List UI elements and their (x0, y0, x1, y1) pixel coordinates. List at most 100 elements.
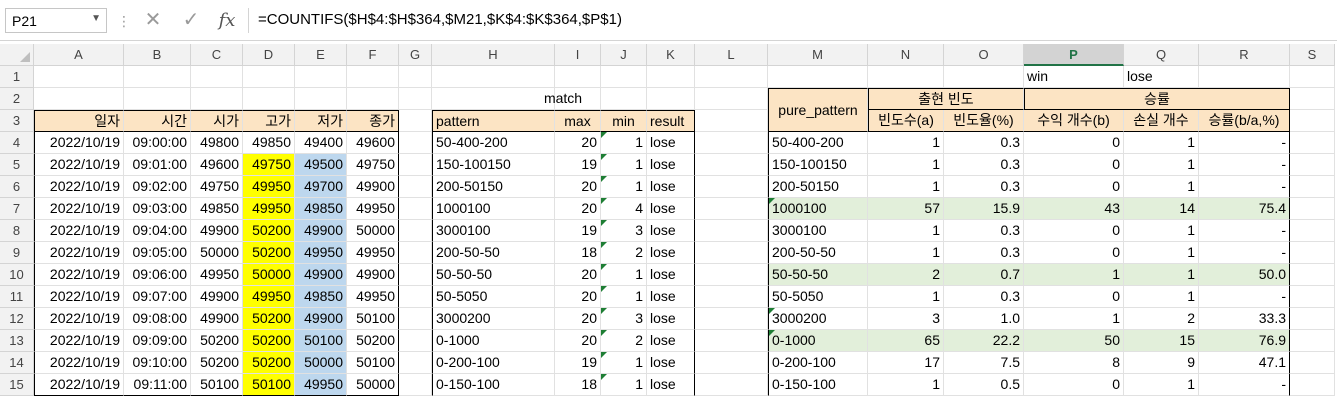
cell[interactable] (1290, 352, 1335, 374)
stats-cell[interactable]: - (1199, 220, 1290, 242)
pure-pattern-cell[interactable]: 1000100 (768, 198, 868, 220)
cell[interactable] (695, 242, 768, 264)
price-cell[interactable]: 49700 (295, 176, 347, 198)
cell[interactable] (295, 66, 347, 88)
column-header-s[interactable]: S (1290, 44, 1335, 66)
price-cell[interactable]: 49850 (243, 132, 295, 154)
stats-cell[interactable]: 14 (1124, 198, 1199, 220)
match-cell[interactable]: lose (647, 198, 695, 220)
row-header-3[interactable]: 3 (0, 110, 34, 132)
row-header-4[interactable]: 4 (0, 132, 34, 154)
stats-cell[interactable]: 57 (868, 198, 944, 220)
cell[interactable] (695, 132, 768, 154)
price-cell[interactable]: 2022/10/19 (34, 264, 124, 286)
row-header-12[interactable]: 12 (0, 308, 34, 330)
price-cell[interactable]: 2022/10/19 (34, 220, 124, 242)
cell[interactable] (191, 66, 243, 88)
cell[interactable] (695, 352, 768, 374)
price-cell[interactable]: 49850 (295, 286, 347, 308)
cell[interactable] (695, 88, 768, 110)
stats-cell[interactable]: 1 (868, 286, 944, 308)
match-header-j[interactable]: min (601, 110, 647, 132)
cell[interactable] (695, 308, 768, 330)
cell[interactable] (768, 66, 868, 88)
stats-cell[interactable]: 15.9 (944, 198, 1024, 220)
cell[interactable] (399, 220, 432, 242)
stats-cell[interactable]: 0 (1024, 220, 1124, 242)
cell[interactable] (695, 154, 768, 176)
price-cell[interactable]: 09:10:00 (124, 352, 191, 374)
match-cell[interactable]: 1 (601, 132, 647, 154)
cell[interactable] (555, 66, 601, 88)
match-cell[interactable]: 2 (601, 330, 647, 352)
match-cell[interactable]: lose (647, 242, 695, 264)
stats-cell[interactable]: 1 (868, 374, 944, 396)
stats-cell[interactable]: 1 (1024, 308, 1124, 330)
cell[interactable] (695, 198, 768, 220)
cell[interactable] (1290, 330, 1335, 352)
stats-cell[interactable]: 0 (1024, 286, 1124, 308)
match-cell[interactable]: lose (647, 132, 695, 154)
match-cell[interactable]: lose (647, 308, 695, 330)
pure-pattern-cell[interactable]: 150-100150 (768, 154, 868, 176)
stats-cell[interactable]: - (1199, 132, 1290, 154)
price-cell[interactable]: 50000 (243, 264, 295, 286)
stats-cell[interactable]: 1 (1124, 286, 1199, 308)
pure-pattern-cell[interactable]: 0-200-100 (768, 352, 868, 374)
price-cell[interactable]: 49900 (347, 264, 399, 286)
price-cell[interactable]: 2022/10/19 (34, 132, 124, 154)
row-header-5[interactable]: 5 (0, 154, 34, 176)
cell[interactable] (1290, 374, 1335, 396)
cell[interactable] (601, 66, 647, 88)
stats-cell[interactable]: 75.4 (1199, 198, 1290, 220)
stats-header-n[interactable]: 빈도수(a) (868, 110, 944, 132)
match-cell[interactable]: 1 (601, 286, 647, 308)
stats-cell[interactable]: 1 (868, 154, 944, 176)
column-header-r[interactable]: R (1199, 44, 1290, 66)
match-cell[interactable]: 1 (601, 176, 647, 198)
row-header-1[interactable]: 1 (0, 66, 34, 88)
stats-cell[interactable]: 0 (1024, 132, 1124, 154)
cell[interactable] (1290, 66, 1335, 88)
row-header-8[interactable]: 8 (0, 220, 34, 242)
price-cell[interactable]: 50100 (191, 374, 243, 396)
column-header-m[interactable]: M (768, 44, 868, 66)
price-cell[interactable]: 49600 (191, 154, 243, 176)
column-header-d[interactable]: D (243, 44, 295, 66)
stats-header-q[interactable]: 손실 개수 (1124, 110, 1199, 132)
cell[interactable] (399, 176, 432, 198)
cell[interactable] (191, 88, 243, 110)
stats-cell[interactable]: 2 (1124, 308, 1199, 330)
stats-cell[interactable]: 0.3 (944, 132, 1024, 154)
stats-cell[interactable]: - (1199, 154, 1290, 176)
more-options-icon[interactable]: ⋮ (117, 10, 131, 32)
price-cell[interactable]: 50200 (243, 352, 295, 374)
price-cell[interactable]: 49850 (191, 198, 243, 220)
price-cell[interactable]: 50200 (243, 220, 295, 242)
price-cell[interactable]: 50100 (295, 330, 347, 352)
cell[interactable] (347, 66, 399, 88)
cell[interactable] (399, 110, 432, 132)
stats-cell[interactable]: 0.3 (944, 176, 1024, 198)
cell[interactable] (399, 198, 432, 220)
match-cell[interactable]: 19 (555, 154, 601, 176)
price-cell[interactable]: 09:06:00 (124, 264, 191, 286)
stats-cell[interactable]: 0.3 (944, 286, 1024, 308)
match-cell[interactable]: lose (647, 330, 695, 352)
match-cell[interactable]: 20 (555, 286, 601, 308)
match-cell[interactable]: 20 (555, 198, 601, 220)
cell[interactable] (399, 352, 432, 374)
select-all-button[interactable] (0, 44, 34, 66)
cell[interactable] (399, 264, 432, 286)
price-cell[interactable]: 50200 (191, 352, 243, 374)
match-cell[interactable]: 18 (555, 242, 601, 264)
match-cell[interactable]: 1 (601, 352, 647, 374)
cell[interactable] (432, 66, 555, 88)
cell[interactable] (399, 88, 432, 110)
match-cell[interactable]: 3 (601, 308, 647, 330)
column-header-h[interactable]: H (432, 44, 555, 66)
pure-pattern-cell[interactable]: 0-1000 (768, 330, 868, 352)
pure-pattern-cell[interactable]: 50-5050 (768, 286, 868, 308)
stats-cell[interactable]: - (1199, 286, 1290, 308)
pure-pattern-cell[interactable]: 3000100 (768, 220, 868, 242)
